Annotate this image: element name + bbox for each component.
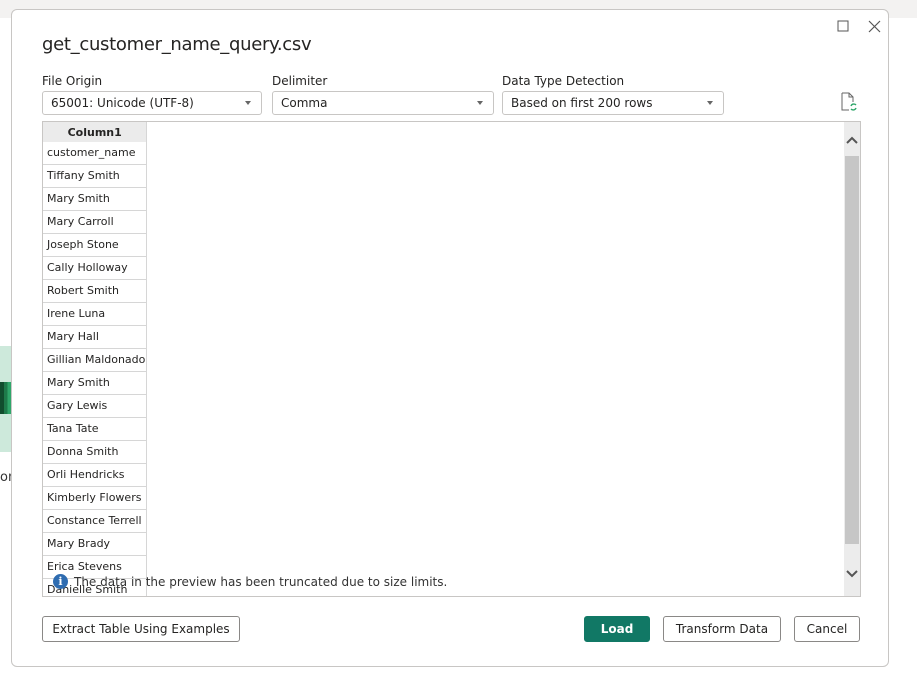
import-dialog: get_customer_name_query.csv File Origin … [11,9,889,667]
info-icon: i [53,574,68,589]
table-row: Orli Hendricks [43,463,148,487]
table-row: Joseph Stone [43,233,148,257]
table-row: Tana Tate [43,417,148,441]
table-cell[interactable]: Kimberly Flowers [43,486,148,510]
table-cell[interactable]: customer_name [43,142,148,165]
chevron-down-icon [245,101,251,105]
file-origin-select[interactable]: 65001: Unicode (UTF-8) [42,91,262,115]
scroll-up-button[interactable] [844,132,860,146]
file-origin-value: 65001: Unicode (UTF-8) [51,96,194,110]
maximize-button[interactable] [832,16,854,36]
table-row: Mary Brady [43,532,148,556]
data-type-detection-select[interactable]: Based on first 200 rows [502,91,724,115]
table-cell[interactable]: Mary Brady [43,532,148,556]
data-type-detection-label: Data Type Detection [502,74,625,88]
table-row: Tiffany Smith [43,164,148,188]
table-cell[interactable]: Tiffany Smith [43,164,148,188]
file-origin-label: File Origin [42,74,103,88]
table-row: Gary Lewis [43,394,148,418]
dialog-title: get_customer_name_query.csv [42,34,312,55]
table-cell[interactable]: Robert Smith [43,279,148,303]
table-cell[interactable]: Mary Hall [43,325,148,349]
load-button[interactable]: Load [584,616,650,642]
column-header[interactable]: Column1 [43,122,148,142]
table-row: Gillian Maldonado [43,348,148,372]
chevron-down-icon [477,101,483,105]
table-row: Mary Hall [43,325,148,349]
chevron-down-icon [707,101,713,105]
close-button[interactable] [863,16,885,36]
delimiter-label: Delimiter [272,74,328,88]
table-row: Constance Terrell [43,509,148,533]
cancel-button[interactable]: Cancel [794,616,860,642]
table-cell[interactable]: Tana Tate [43,417,148,441]
table-row: Robert Smith [43,279,148,303]
table-cell[interactable]: Joseph Stone [43,233,148,257]
table-cell[interactable]: Donna Smith [43,440,148,464]
scroll-down-button[interactable] [844,566,860,580]
refresh-preview-button[interactable] [840,92,858,112]
extract-table-button[interactable]: Extract Table Using Examples [42,616,240,642]
table-row: Mary Carroll [43,210,148,234]
table-row: customer_name [43,142,148,165]
table-cell[interactable]: Constance Terrell [43,509,148,533]
file-refresh-icon [841,92,857,111]
table-row: Irene Luna [43,302,148,326]
table-cell[interactable]: Cally Holloway [43,256,148,280]
table-row: Donna Smith [43,440,148,464]
close-icon [868,20,880,32]
table-row: Mary Smith [43,187,148,211]
data-type-detection-value: Based on first 200 rows [511,96,653,110]
vertical-scrollbar[interactable] [844,122,860,596]
chevron-down-icon [846,570,858,578]
delimiter-select[interactable]: Comma [272,91,494,115]
preview-table: Column1 customer_name Tiffany Smith Mary S… [43,122,148,596]
truncation-notice: i The data in the preview has been trunc… [53,574,447,589]
table-cell[interactable]: Mary Smith [43,187,148,211]
table-cell[interactable]: Gary Lewis [43,394,148,418]
delimiter-value: Comma [281,96,328,110]
maximize-icon [837,20,849,32]
truncation-message: The data in the preview has been truncat… [74,574,448,589]
table-cell[interactable]: Mary Smith [43,371,148,395]
table-row: Cally Holloway [43,256,148,280]
background-thumbnail-icon [0,382,11,414]
background-text: om [0,470,11,485]
data-preview: Column1 customer_name Tiffany Smith Mary S… [42,121,861,597]
scroll-thumb[interactable] [845,156,859,544]
table-cell[interactable]: Mary Carroll [43,210,148,234]
chevron-up-icon [846,136,858,144]
table-row: Mary Smith [43,371,148,395]
table-cell[interactable]: Irene Luna [43,302,148,326]
table-cell[interactable]: Gillian Maldonado [43,348,148,372]
transform-data-button[interactable]: Transform Data [663,616,781,642]
table-cell[interactable]: Orli Hendricks [43,463,148,487]
table-row: Kimberly Flowers [43,486,148,510]
